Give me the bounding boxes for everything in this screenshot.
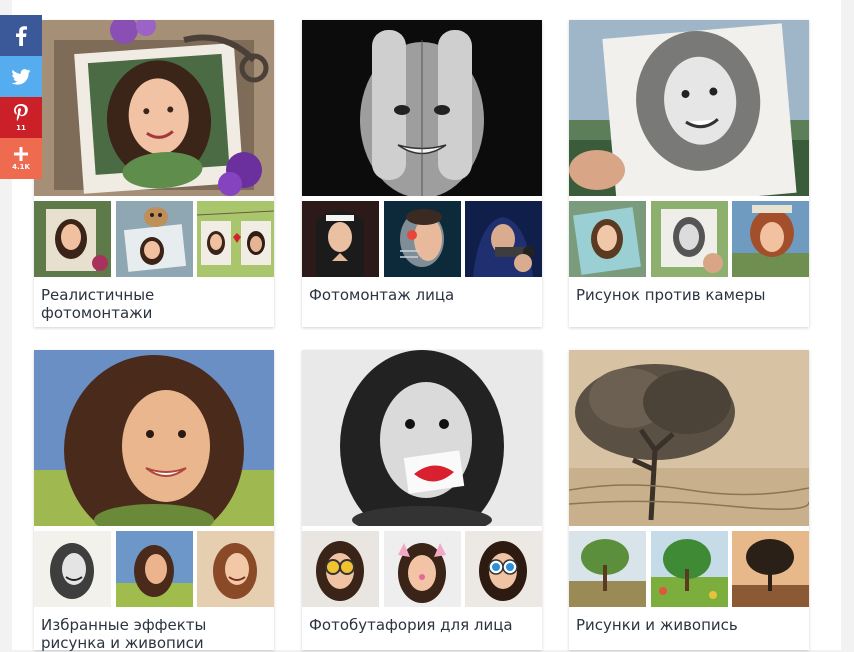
card-main-image bbox=[569, 350, 809, 526]
card-thumbnail bbox=[650, 201, 728, 277]
facebook-share-button[interactable] bbox=[0, 15, 42, 56]
card-title: Избранные эффекты рисунка и живописи bbox=[41, 616, 207, 652]
card-main-image bbox=[34, 20, 274, 196]
card-drawing-vs-camera[interactable]: Рисунок против камеры bbox=[569, 20, 809, 327]
pinterest-share-count: 11 bbox=[16, 123, 26, 132]
card-thumbnails bbox=[569, 201, 809, 277]
more-share-button[interactable]: 4.1K bbox=[0, 138, 42, 179]
plus-icon bbox=[14, 146, 28, 161]
twitter-share-button[interactable] bbox=[0, 56, 42, 97]
card-thumbnail bbox=[569, 531, 646, 607]
card-featured-drawing-effects[interactable]: Избранные эффекты рисунка и живописи bbox=[34, 350, 274, 652]
card-main-image bbox=[34, 350, 274, 526]
card-face-props[interactable]: Фотобутафория для лица bbox=[302, 350, 542, 650]
card-title: Фотобутафория для лица bbox=[309, 616, 513, 634]
twitter-icon bbox=[11, 68, 31, 85]
card-drawings-and-painting[interactable]: Рисунки и живопись bbox=[569, 350, 809, 650]
card-thumbnail bbox=[465, 531, 542, 607]
card-main-image bbox=[302, 350, 542, 526]
card-face-photomontage[interactable]: Фотомонтаж лица bbox=[302, 20, 542, 327]
card-thumbnail bbox=[732, 531, 809, 607]
card-title: Реалистичные фотомонтажи bbox=[41, 286, 155, 322]
card-thumbnails bbox=[34, 201, 274, 277]
card-thumbnail bbox=[650, 531, 728, 607]
card-title: Рисунки и живопись bbox=[576, 616, 738, 634]
card-thumbnails bbox=[302, 531, 542, 607]
card-thumbnail bbox=[302, 201, 379, 277]
card-thumbnail bbox=[465, 201, 542, 277]
card-main-image bbox=[569, 20, 809, 196]
card-thumbnails bbox=[569, 531, 809, 607]
card-title: Рисунок против камеры bbox=[576, 286, 766, 304]
card-thumbnail bbox=[383, 531, 461, 607]
card-thumbnails bbox=[302, 201, 542, 277]
card-thumbnail bbox=[34, 531, 111, 607]
card-thumbnail bbox=[115, 201, 193, 277]
social-share-bar: 11 4.1K bbox=[0, 15, 42, 179]
card-thumbnails bbox=[34, 531, 274, 607]
card-thumbnail bbox=[569, 201, 646, 277]
more-share-count: 4.1K bbox=[12, 162, 30, 171]
card-thumbnail bbox=[302, 531, 379, 607]
card-thumbnail bbox=[383, 201, 461, 277]
card-thumbnail bbox=[34, 201, 111, 277]
card-title: Фотомонтаж лица bbox=[309, 286, 455, 304]
facebook-icon bbox=[16, 25, 27, 46]
card-main-image bbox=[302, 20, 542, 196]
card-thumbnail bbox=[197, 531, 274, 607]
pinterest-share-button[interactable]: 11 bbox=[0, 97, 42, 138]
pinterest-icon bbox=[14, 103, 28, 121]
card-thumbnail bbox=[197, 201, 274, 277]
card-thumbnail bbox=[115, 531, 193, 607]
card-realistic-photomontages[interactable]: Реалистичные фотомонтажи bbox=[34, 20, 274, 327]
card-thumbnail bbox=[732, 201, 809, 277]
